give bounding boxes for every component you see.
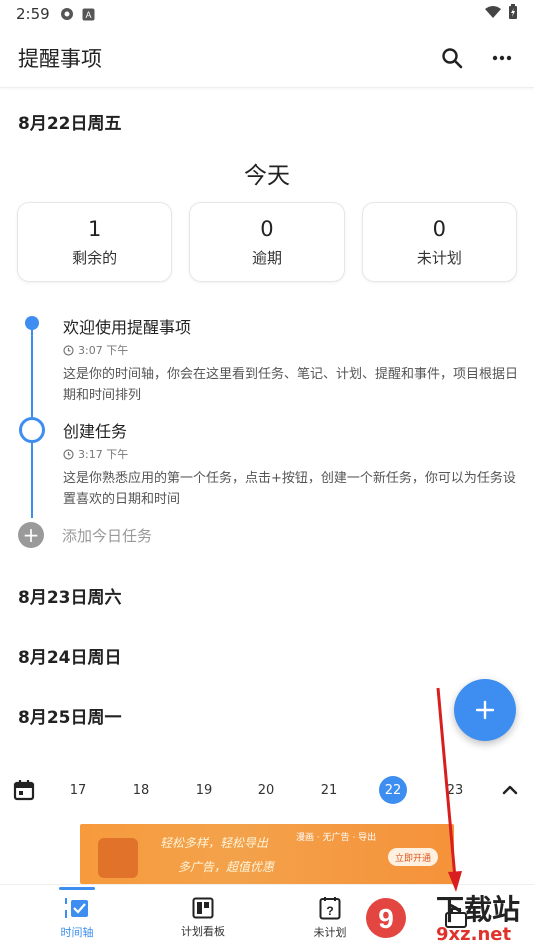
watermark-brand: 下载站 (436, 893, 521, 926)
stat-value: 1 (87, 216, 102, 241)
battery-icon (508, 4, 518, 24)
week-day[interactable]: 23 (441, 776, 469, 804)
timeline-connector (31, 440, 33, 518)
plus-icon (475, 700, 495, 720)
task-description: 这是你熟悉应用的第一个任务，点击+按钮，创建一个新任务，你可以为任务设置喜欢的日… (63, 471, 516, 507)
svg-text:9: 9 (378, 903, 394, 934)
nav-timeline[interactable]: 时间轴 (27, 885, 127, 950)
task-time: 3:17 下午 (63, 446, 523, 462)
aperture-icon (60, 7, 74, 21)
stats-row: 1 剩余的 0 逾期 0 未计划 (17, 202, 517, 282)
add-today-label: 添加今日任务 (62, 526, 153, 545)
task-item[interactable]: 创建任务 3:17 下午 这是你熟悉应用的第一个任务，点击+按钮，创建一个新任务… (63, 418, 523, 510)
date-header[interactable]: 8月24日周日 (18, 643, 122, 668)
ad-subline: 多广告，超值优惠 (178, 860, 275, 874)
watermark-logo: 9 下载站 9xz.net (366, 884, 534, 950)
search-icon (442, 47, 463, 68)
svg-text:?: ? (326, 904, 333, 918)
ad-banner[interactable]: 轻松多样，轻松导出 多广告，超值优惠 漫画 · 无广告 · 导出 立即开通 (80, 824, 454, 884)
task-title: 欢迎使用提醒事项 (63, 318, 192, 337)
more-button[interactable] (488, 44, 516, 72)
timeline-checkbox[interactable] (19, 417, 45, 443)
task-time-text: 3:07 下午 (78, 344, 129, 357)
week-strip: 17 18 19 20 21 22 23 (0, 768, 534, 812)
stat-value: 0 (432, 216, 446, 241)
timeline-connector (31, 322, 33, 417)
task-description: 这是你的时间轴，你会在这里看到任务、笔记、计划、提醒和事件，项目根据日期和时间排… (63, 367, 519, 403)
add-today-task-button[interactable]: + 添加今日任务 (18, 522, 152, 548)
wifi-icon (484, 5, 502, 23)
week-day-selected[interactable]: 22 (379, 776, 407, 804)
stat-card-remaining[interactable]: 1 剩余的 (17, 202, 173, 282)
timeline-icon (65, 898, 88, 918)
nav-label: 未计划 (313, 926, 347, 939)
stat-card-overdue[interactable]: 0 逾期 (189, 202, 345, 282)
week-day[interactable]: 17 (64, 776, 92, 804)
page-title: 提醒事项 (18, 46, 102, 71)
watermark-domain: 9xz.net (436, 924, 512, 945)
nav-label: 计划看板 (181, 925, 225, 938)
search-button[interactable] (438, 44, 466, 72)
ad-headline: 轻松多样，轻松导出 (160, 836, 269, 850)
calendar-icon[interactable] (12, 778, 36, 802)
add-task-fab[interactable] (454, 679, 516, 741)
nav-board[interactable]: 计划看板 (153, 885, 253, 950)
unplanned-icon: ? (319, 897, 341, 920)
plus-circle-icon: + (18, 522, 44, 548)
status-bar: 2:59 A (0, 0, 534, 28)
clock-icon (63, 448, 74, 460)
date-header-today: 8月22日周五 (18, 114, 122, 134)
stat-label: 剩余的 (72, 248, 118, 267)
stat-label: 逾期 (251, 248, 282, 267)
week-day[interactable]: 21 (315, 776, 343, 804)
svg-text:A: A (86, 10, 92, 20)
task-time: 3:07 下午 (63, 342, 523, 358)
status-time: 2:59 (16, 5, 50, 23)
collapse-button[interactable] (498, 778, 522, 802)
today-label: 今天 (244, 163, 290, 189)
nav-label: 时间轴 (60, 926, 94, 939)
chevron-up-icon (502, 785, 518, 795)
ad-illustration (98, 838, 138, 878)
stat-card-unplanned[interactable]: 0 未计划 (361, 202, 517, 282)
nav-unplanned[interactable]: ? 未计划 (280, 885, 380, 950)
notification-a-icon: A (82, 7, 96, 21)
date-header[interactable]: 8月23日周六 (18, 583, 122, 608)
app-bar: 提醒事项 (0, 28, 534, 88)
week-day[interactable]: 20 (252, 776, 280, 804)
more-horizontal-icon (492, 55, 512, 60)
task-time-text: 3:17 下午 (78, 448, 129, 461)
ad-tags: 漫画 · 无广告 · 导出 (296, 833, 377, 843)
active-indicator (59, 887, 95, 890)
clock-icon (63, 344, 74, 356)
date-header[interactable]: 8月25日周一 (18, 703, 122, 728)
timeline-dot-completed (25, 316, 39, 330)
week-day[interactable]: 18 (127, 776, 155, 804)
task-title: 创建任务 (63, 422, 128, 441)
ad-cta-button[interactable]: 立即开通 (388, 848, 438, 866)
board-icon (192, 897, 214, 919)
week-day[interactable]: 19 (190, 776, 218, 804)
stat-value: 0 (260, 216, 274, 241)
task-item[interactable]: 欢迎使用提醒事项 3:07 下午 这是你的时间轴，你会在这里看到任务、笔记、计划… (63, 314, 523, 406)
stat-label: 未计划 (416, 248, 462, 267)
